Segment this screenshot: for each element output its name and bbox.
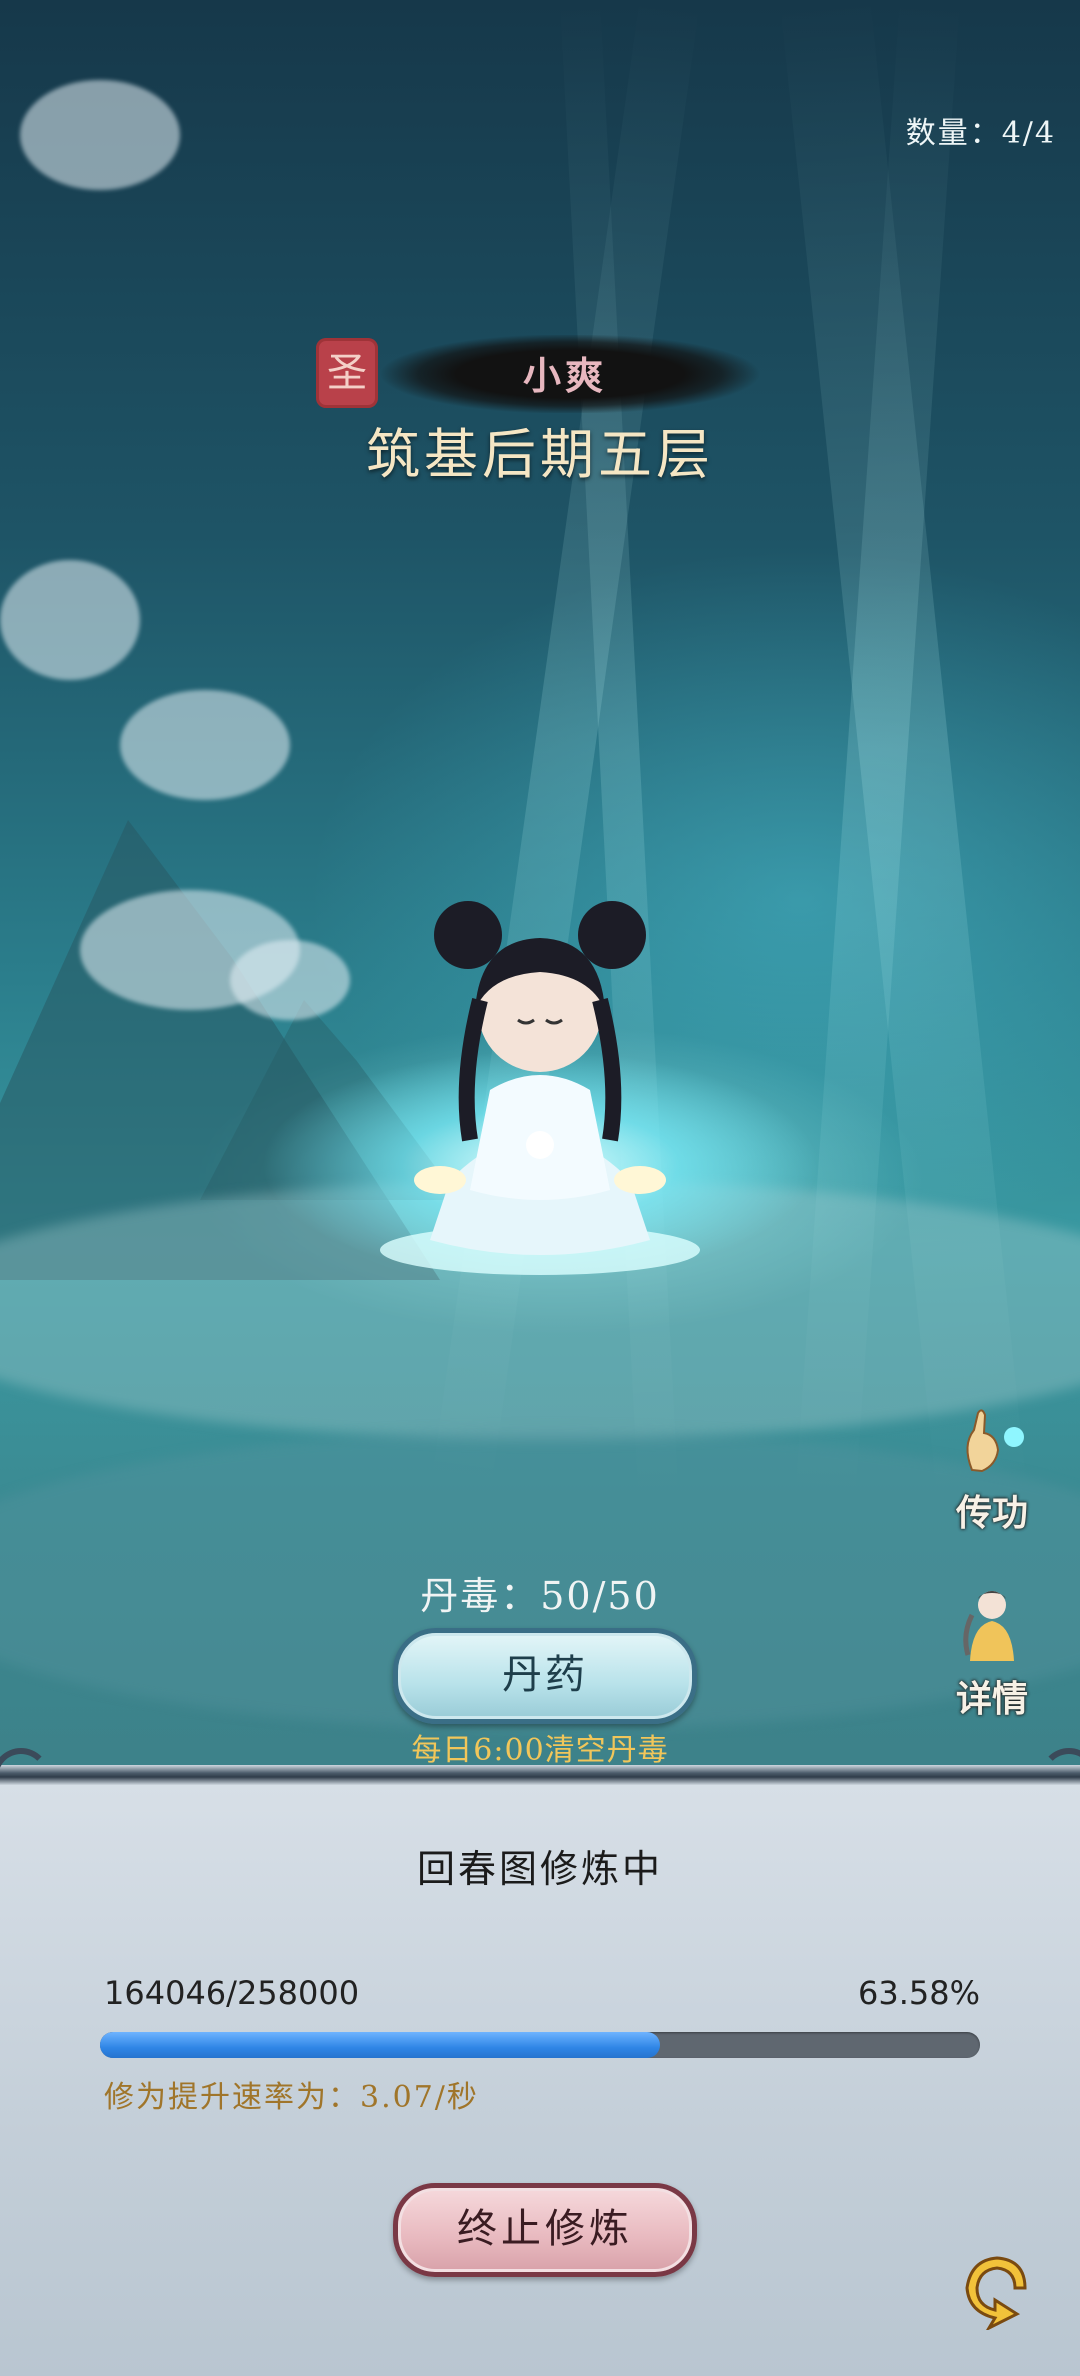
pill-toxin-counter: 丹毒：50/50 <box>420 1574 660 1618</box>
cultivation-status-title: 回春图修炼中 <box>416 1847 663 1891</box>
character-name: 小爽 <box>522 353 607 398</box>
hand-icon <box>966 1409 1024 1473</box>
cultivation-progress-fill <box>100 2032 660 2058</box>
blossom-cluster <box>230 940 350 1020</box>
stop-cultivation-button[interactable]: 终止修炼 <box>393 2183 697 2277</box>
cultivation-progress-value: 164046/258000 <box>104 1974 360 2012</box>
blossom-cluster <box>120 690 290 800</box>
blossom-cluster <box>0 560 140 680</box>
cultivation-progress-percent: 63.58% <box>857 1974 980 2012</box>
cultivation-rate: 修为提升速率为：3.07/秒 <box>104 2080 479 2115</box>
cultivation-progress-bar <box>100 2032 980 2058</box>
blossom-cluster <box>20 80 180 190</box>
cultivation-realm: 筑基后期五层 <box>366 423 714 486</box>
return-icon[interactable] <box>955 2248 1037 2330</box>
seal-icon: 圣 <box>316 338 378 408</box>
transfer-power-label: 传功 <box>955 1492 1028 1534</box>
count-indicator: 数量：4/4 <box>905 116 1056 151</box>
pill-button[interactable]: 丹药 <box>393 1628 697 1724</box>
toxin-reset-note: 每日6:00清空丹毒 <box>411 1733 669 1768</box>
meditating-character[interactable] <box>340 880 740 1280</box>
transfer-power-button[interactable]: 传功 <box>942 1405 1042 1536</box>
panel-divider <box>0 1765 1080 1785</box>
details-label: 详情 <box>955 1678 1028 1720</box>
